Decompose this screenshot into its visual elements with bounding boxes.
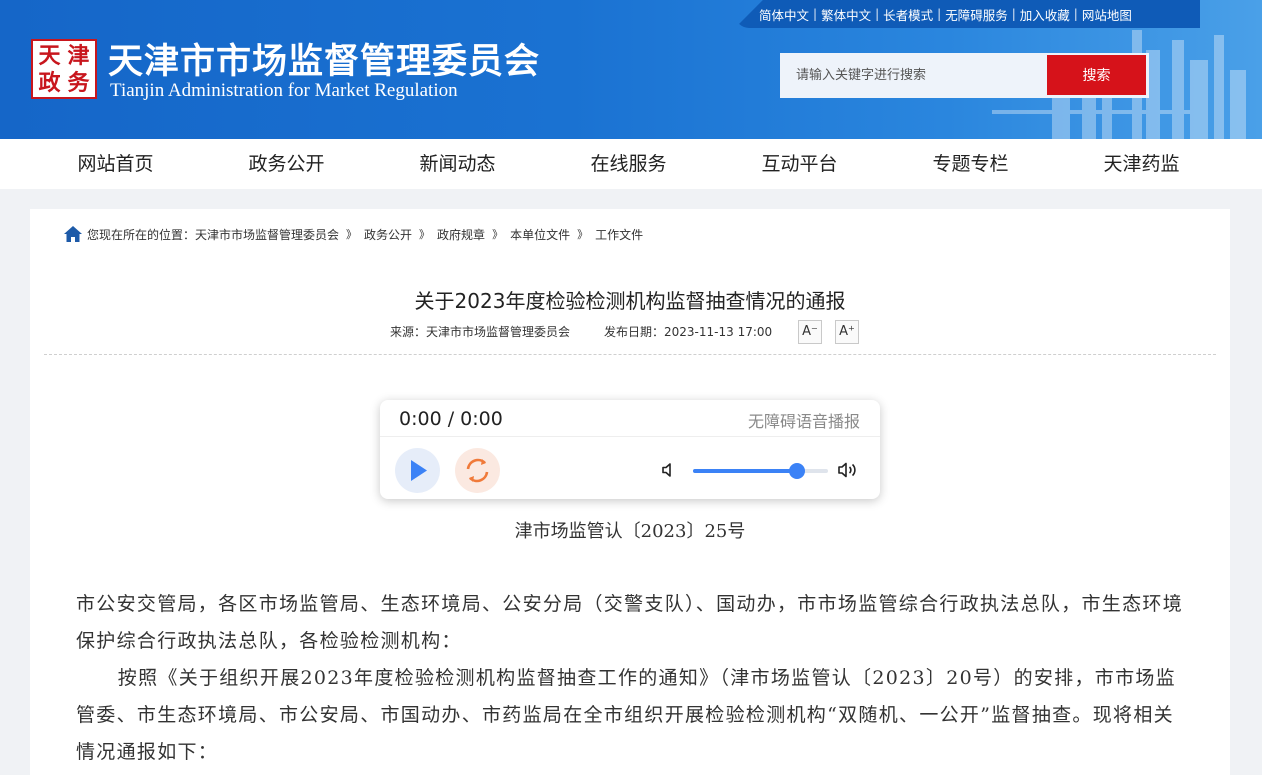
breadcrumb-separator: 》 [346, 228, 358, 241]
search-button[interactable]: 搜索 [1047, 55, 1146, 95]
breadcrumb-item[interactable]: 天津市市场监督管理委员会 [195, 226, 339, 243]
home-icon[interactable] [63, 225, 83, 243]
nav-government-affairs[interactable]: 政务公开 [201, 139, 372, 189]
nav-news[interactable]: 新闻动态 [372, 139, 543, 189]
font-decrease-button[interactable]: A⁻ [798, 320, 822, 344]
search-input[interactable] [780, 53, 1047, 98]
document-number: 津市场监管认〔2023〕25号 [514, 521, 746, 542]
article-meta: 来源：天津市市场监督管理委员会 发布日期：2023-11-13 17:00 [390, 323, 772, 340]
breadcrumb-item[interactable]: 政务公开 [364, 226, 412, 243]
breadcrumb-separator: 》 [419, 228, 431, 241]
site-title: 天津市市场监督管理委员会 [108, 42, 541, 82]
link-elder-mode[interactable]: 长者模式 [883, 5, 933, 24]
breadcrumb-item[interactable]: 本单位文件 [510, 226, 570, 243]
nav-tianjin-drug[interactable]: 天津药监 [1056, 139, 1227, 189]
player-time: 0:00 / 0:00 [399, 408, 503, 430]
nav-interaction[interactable]: 互动平台 [714, 139, 885, 189]
article-paragraph: 按照《关于组织开展2023年度检验检测机构监督抽查工作的通知》（津市场监管认〔2… [76, 667, 1176, 763]
main-nav: 网站首页 政务公开 新闻动态 在线服务 互动平台 专题专栏 天津药监 [0, 139, 1262, 189]
title-divider [44, 354, 1216, 355]
breadcrumb: 您现在所在的位置： 天津市市场监督管理委员会 》 政务公开 》 政府规章 》 本… [63, 225, 643, 243]
nav-online-services[interactable]: 在线服务 [543, 139, 714, 189]
site-title-english: Tianjin Administration for Market Regula… [110, 80, 458, 101]
play-button[interactable] [395, 448, 440, 493]
breadcrumb-item[interactable]: 工作文件 [595, 226, 643, 243]
article-paragraph: 市公安交管局，各区市场监管局、生态环境局、公安分局（交警支队）、国动办，市市场监… [76, 593, 1184, 652]
volume-slider[interactable] [693, 463, 828, 479]
link-accessibility[interactable]: 无障碍服务 [945, 5, 1008, 24]
article-body: 市公安交管局，各区市场监管局、生态环境局、公安分局（交警支队）、国动办，市市场监… [76, 586, 1186, 771]
article-card: 您现在所在的位置： 天津市市场监督管理委员会 》 政务公开 》 政府规章 》 本… [30, 209, 1230, 775]
link-traditional-chinese[interactable]: 繁体中文 [821, 5, 871, 24]
font-increase-button[interactable]: A⁺ [835, 320, 859, 344]
volume-high-icon[interactable] [837, 460, 859, 480]
play-icon [411, 460, 427, 481]
breadcrumb-prefix: 您现在所在的位置： [87, 227, 196, 242]
link-add-favorite[interactable]: 加入收藏 [1020, 5, 1070, 24]
nav-home[interactable]: 网站首页 [30, 139, 201, 189]
loop-button[interactable] [455, 448, 500, 493]
site-logo-seal[interactable]: 天 津 政 务 [31, 39, 97, 99]
top-links-bar: 简体中文 | 繁体中文 | 长者模式 | 无障碍服务 | 加入收藏 | 网站地图 [735, 0, 1200, 28]
article-title: 关于2023年度检验检测机构监督抽查情况的通报 [414, 289, 846, 313]
volume-fill [693, 469, 797, 473]
link-site-map[interactable]: 网站地图 [1082, 5, 1132, 24]
player-label: 无障碍语音播报 [747, 412, 860, 431]
breadcrumb-separator: 》 [492, 228, 504, 241]
search-box: 搜索 [780, 53, 1149, 98]
breadcrumb-item[interactable]: 政府规章 [437, 226, 485, 243]
breadcrumb-separator: 》 [577, 228, 589, 241]
audio-player: 0:00 / 0:00 无障碍语音播报 [380, 400, 880, 499]
volume-knob[interactable] [788, 463, 805, 479]
article-source: 来源：天津市市场监督管理委员会 [390, 325, 571, 339]
article-date: 发布日期：2023-11-13 17:00 [604, 325, 773, 339]
loop-icon [466, 458, 489, 483]
site-header: 简体中文 | 繁体中文 | 长者模式 | 无障碍服务 | 加入收藏 | 网站地图 天 津 … [0, 0, 1262, 139]
volume-mute-icon[interactable] [660, 461, 678, 479]
link-simplified-chinese[interactable]: 简体中文 [759, 5, 809, 24]
nav-special-topics[interactable]: 专题专栏 [885, 139, 1056, 189]
